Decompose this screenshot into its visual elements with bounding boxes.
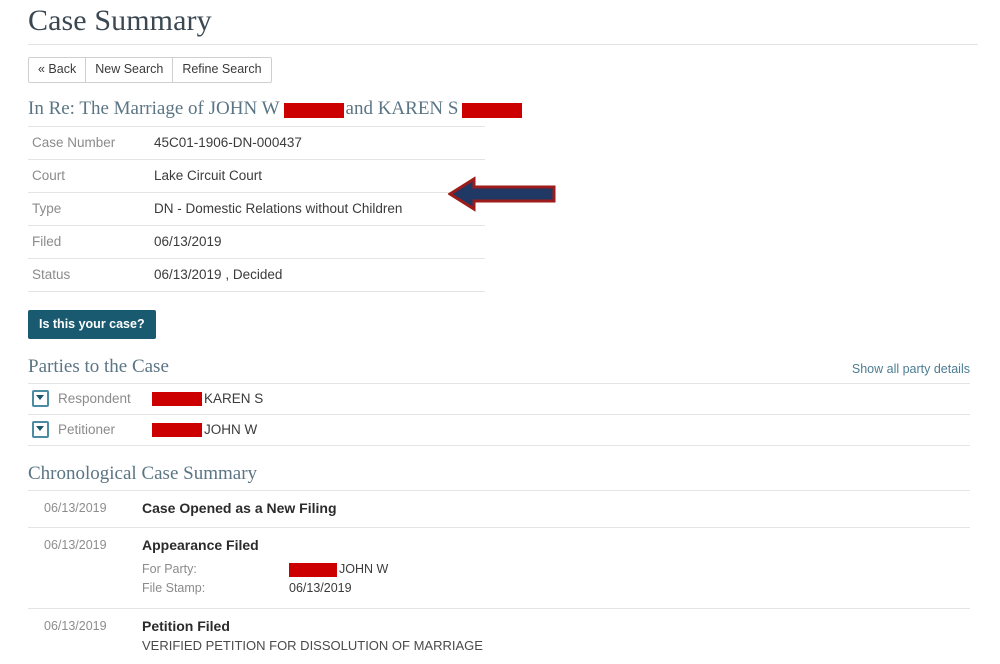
case-style-prefix: In Re: The Marriage of JOHN W [28, 99, 280, 119]
event-field-key-file-stamp: File Stamp: [142, 579, 289, 598]
status-value: 06/13/2019 , Decided [154, 259, 485, 292]
expand-party-cell[interactable] [28, 384, 58, 415]
chevron-down-icon[interactable] [32, 421, 49, 438]
party-name-petitioner: JOHN W [152, 415, 970, 446]
event-title: Case Opened as a New Filing [142, 500, 970, 517]
type-label: Type [28, 193, 154, 226]
case-details-table: Case Number 45C01-1906-DN-000437 Court L… [28, 126, 485, 292]
chevron-down-icon[interactable] [32, 390, 49, 407]
event-body: Petition Filed VERIFIED PETITION FOR DIS… [142, 609, 970, 664]
event-fields-table: For Party: JOHN W File Stamp: 06/13/2019 [142, 560, 388, 598]
table-row: Filed 06/13/2019 [28, 226, 485, 259]
page-title: Case Summary [0, 0, 1000, 44]
parties-section-header: Parties to the Case Show all party detai… [28, 356, 970, 383]
status-label: Status [28, 259, 154, 292]
case-number-value: 45C01-1906-DN-000437 [154, 127, 485, 160]
case-style-heading: In Re: The Marriage of JOHN W and KAREN … [0, 83, 1000, 126]
chronological-events-table: 06/13/2019 Case Opened as a New Filing 0… [28, 490, 970, 664]
event-description: VERIFIED PETITION FOR DISSOLUTION OF MAR… [142, 635, 970, 654]
redaction-bar-petitioner-lastname [284, 103, 344, 118]
filed-label: Filed [28, 226, 154, 259]
event-date: 06/13/2019 [28, 528, 142, 609]
redaction-bar-petitioner-name [152, 423, 202, 437]
case-summary-page: Case Summary « Back New Search Refine Se… [0, 0, 1000, 625]
is-this-your-case-button[interactable]: Is this your case? [28, 310, 156, 339]
party-name-respondent: KAREN S [152, 384, 970, 415]
case-number-label: Case Number [28, 127, 154, 160]
event-date: 06/13/2019 [28, 491, 142, 528]
parties-table: Respondent KAREN S Petitioner JOHN W [28, 383, 970, 446]
party-name-petitioner-text: JOHN W [204, 422, 257, 437]
table-row: For Party: JOHN W [142, 560, 388, 579]
table-row: 06/13/2019 Case Opened as a New Filing [28, 491, 970, 528]
event-field-key-for-party: For Party: [142, 560, 289, 579]
event-date: 06/13/2019 [28, 609, 142, 664]
show-all-party-details-link[interactable]: Show all party details [852, 362, 970, 376]
court-label: Court [28, 160, 154, 193]
redaction-bar-respondent-name [152, 392, 202, 406]
event-body: Case Opened as a New Filing [142, 491, 970, 528]
toolbar: « Back New Search Refine Search [0, 45, 1000, 83]
back-button[interactable]: « Back [29, 58, 85, 82]
parties-heading: Parties to the Case [28, 356, 970, 378]
filed-value: 06/13/2019 [154, 226, 485, 259]
event-field-value-for-party: JOHN W [289, 560, 388, 579]
redaction-bar-event-party-name [289, 563, 337, 577]
table-row: Petitioner JOHN W [28, 415, 970, 446]
table-row: Status 06/13/2019 , Decided [28, 259, 485, 292]
party-role-petitioner: Petitioner [58, 415, 152, 446]
table-row: File Stamp: 06/13/2019 [142, 579, 388, 598]
type-value: DN - Domestic Relations without Children [154, 193, 485, 226]
court-value: Lake Circuit Court [154, 160, 485, 193]
event-title: Appearance Filed [142, 537, 970, 554]
event-field-value-for-party-text: JOHN W [339, 562, 388, 576]
event-body: Appearance Filed For Party: JOHN W File … [142, 528, 970, 609]
table-row: Respondent KAREN S [28, 384, 970, 415]
chronological-section-header: Chronological Case Summary [28, 463, 970, 490]
event-title: Petition Filed [142, 618, 970, 635]
party-role-respondent: Respondent [58, 384, 152, 415]
chronological-heading: Chronological Case Summary [28, 463, 970, 485]
table-row: Type DN - Domestic Relations without Chi… [28, 193, 485, 226]
case-style-middle: and KAREN S [346, 99, 459, 119]
expand-party-cell[interactable] [28, 415, 58, 446]
party-name-respondent-text: KAREN S [204, 391, 263, 406]
refine-search-button[interactable]: Refine Search [172, 58, 270, 82]
table-row: 06/13/2019 Petition Filed VERIFIED PETIT… [28, 609, 970, 664]
search-button-group: « Back New Search Refine Search [28, 57, 272, 83]
redaction-bar-respondent-lastname [462, 103, 522, 118]
table-row: Case Number 45C01-1906-DN-000437 [28, 127, 485, 160]
event-field-value-file-stamp: 06/13/2019 [289, 579, 388, 598]
new-search-button[interactable]: New Search [85, 58, 172, 82]
table-row: Court Lake Circuit Court [28, 160, 485, 193]
table-row: 06/13/2019 Appearance Filed For Party: J… [28, 528, 970, 609]
claim-case-area: Is this your case? [0, 292, 1000, 339]
